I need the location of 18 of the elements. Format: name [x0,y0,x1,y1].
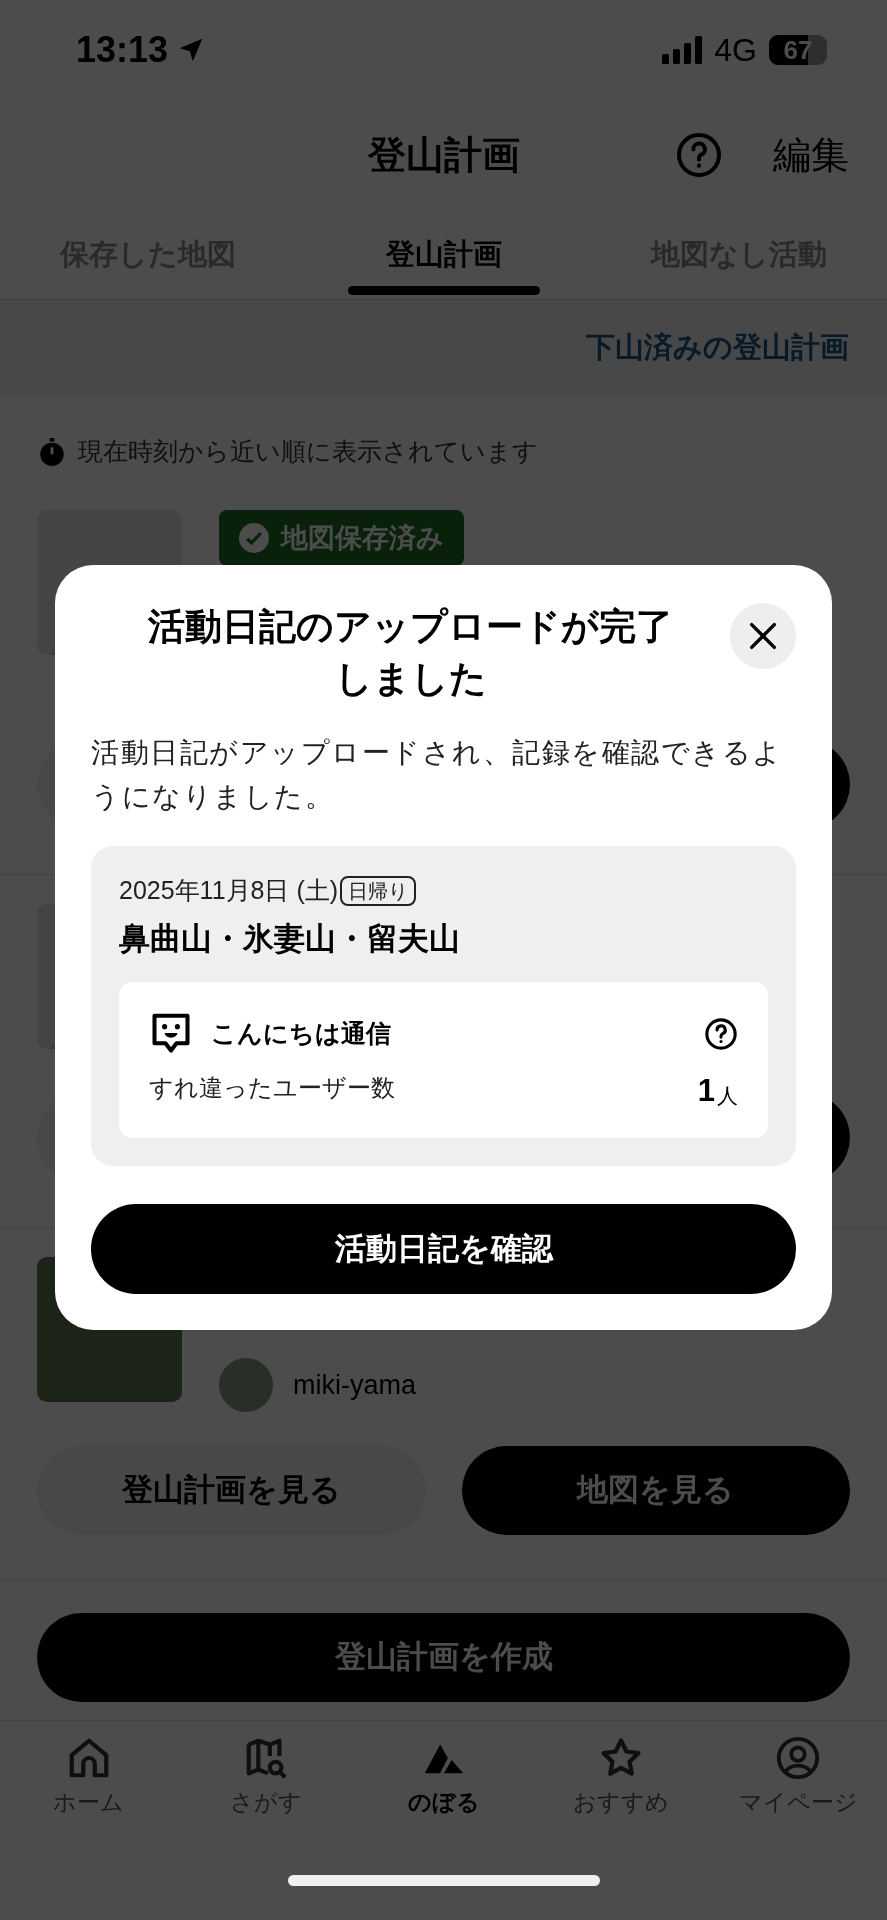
activity-date: 2025年11月8日 (土) [119,875,339,907]
network-type: 4G [714,31,757,70]
edit-button[interactable]: 編集 [773,126,849,184]
status-time: 13:13 [76,28,169,72]
sort-note: 現在時刻から近い順に表示されています [78,436,538,468]
passed-users-label: すれ違ったユーザー数 [149,1073,395,1104]
author-name: miki-yama [293,1368,416,1402]
help-icon[interactable] [704,1017,738,1052]
mountain-names: 鼻曲山・氷妻山・留夫山 [119,919,461,958]
count-unit: 人 [717,1085,738,1107]
battery-level: 67 [783,37,813,63]
passed-users-count: 1 [697,1075,715,1107]
dialog-title: 活動日記のアップロードが完了しました [147,605,674,701]
page-title: 登山計画 [367,132,520,178]
view-diary-button[interactable]: 活動日記を確認 [91,1204,796,1295]
greeting-title: こんにちは通信 [211,1018,392,1050]
trip-type-tag: 日帰り [340,875,417,906]
dialog-message: 活動日記がアップロードされ、記録を確認できるようになりました。 [91,735,784,815]
